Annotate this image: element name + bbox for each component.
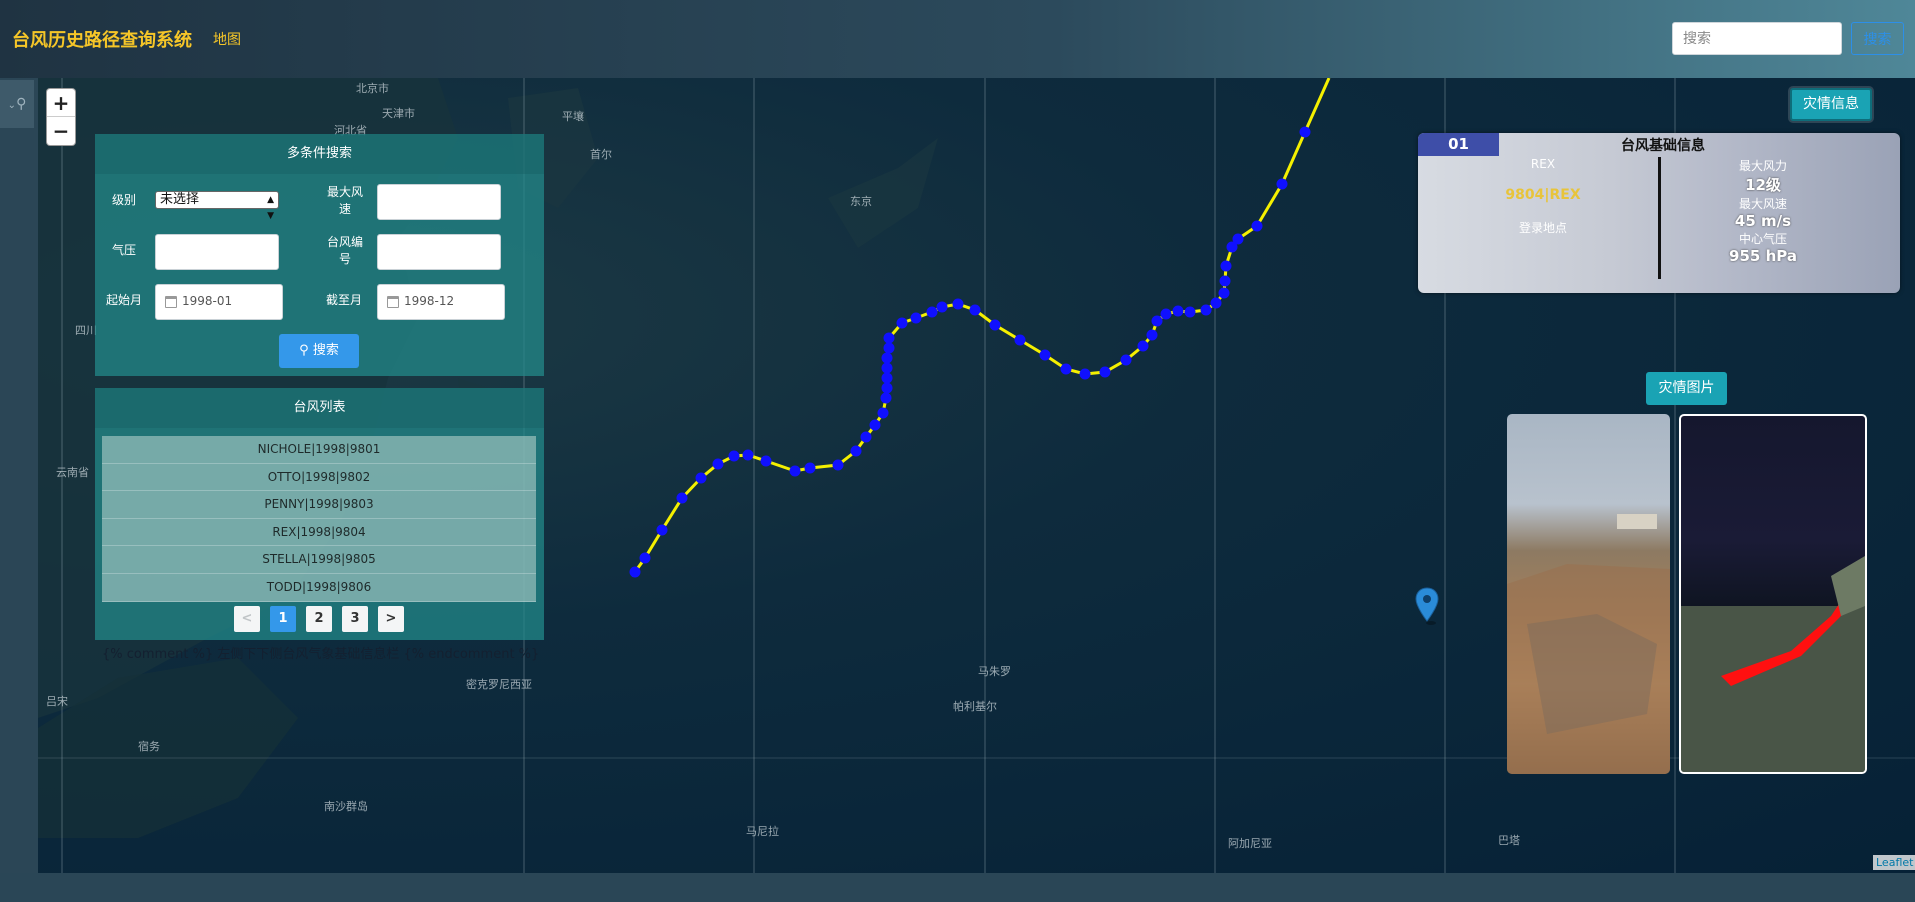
pagination-page-3[interactable]: 3	[342, 606, 368, 632]
multi-condition-search-panel: 多条件搜索 级别 未选择 ▲ ▼ 最大风速 气压 台风编号 起始月 1998-01…	[95, 134, 544, 376]
zoom-out-button[interactable]: −	[47, 117, 75, 145]
map-label: 马尼拉	[746, 825, 779, 838]
map-label: 平壤	[562, 110, 584, 123]
top-navbar: 台风历史路径查询系统 地图 搜索	[0, 0, 1915, 78]
search-icon: ⚲	[299, 343, 309, 358]
map-label: 巴塔	[1498, 834, 1520, 847]
map-label: 阿加尼亚	[1228, 837, 1272, 850]
search-input[interactable]	[1672, 22, 1842, 55]
map-label: 马朱罗	[978, 665, 1011, 678]
typhoon-no-input[interactable]	[377, 234, 501, 270]
max-wind-label: 最大风速	[327, 185, 364, 216]
zoom-in-button[interactable]: +	[47, 89, 75, 117]
map-label: 北京市	[356, 82, 389, 95]
map-label: 吕宋	[46, 695, 68, 708]
pagination-page-1[interactable]: 1	[270, 606, 296, 632]
map-label: 帕利基尔	[953, 700, 997, 713]
map-label: 天津市	[382, 107, 415, 120]
template-comment-text: {% comment %} 左侧下下侧台风气象基础信息栏 {% endcomme…	[102, 647, 540, 662]
pressure-label: 气压	[111, 243, 136, 257]
level-select[interactable]: 未选择 ▲ ▼	[155, 191, 279, 221]
app-title[interactable]: 台风历史路径查询系统	[12, 26, 192, 52]
max-speed-value: 45 m/s	[1734, 212, 1792, 230]
zoom-control: + −	[47, 89, 75, 145]
typhoon-name: REX	[1530, 157, 1556, 171]
select-arrow-icon: ▲ ▼	[267, 195, 274, 221]
pagination: < 1 2 3 >	[95, 606, 544, 632]
typhoon-code-name: 9804|REX	[1505, 187, 1581, 203]
query-button[interactable]: ⚲ 搜索	[279, 334, 359, 368]
center-pressure-label: 中心气压	[1738, 232, 1787, 246]
map-label: 四川	[75, 324, 97, 337]
end-month-label: 截至月	[325, 293, 362, 307]
pagination-next-button[interactable]: >	[378, 606, 404, 632]
level-label: 级别	[111, 193, 136, 207]
left-sidebar-strip	[0, 78, 38, 873]
list-item[interactable]: TODD|1998|9806	[102, 574, 536, 602]
typhoon-index-badge: 01	[1418, 133, 1499, 156]
disaster-photo-coast[interactable]	[1507, 414, 1670, 774]
start-month-label: 起始月	[105, 293, 142, 307]
start-month-input[interactable]: 1998-01	[155, 284, 283, 320]
landing-location-label: 登录地点	[1518, 221, 1567, 235]
map-label: 云南省	[56, 466, 89, 479]
list-item[interactable]: PENNY|1998|9803	[102, 491, 536, 519]
info-divider	[1658, 157, 1661, 279]
end-month-value: 1998-12	[404, 294, 455, 308]
typhoon-no-label: 台风编号	[327, 235, 364, 266]
map-label: 南沙群岛	[324, 800, 368, 813]
pagination-prev-button[interactable]: <	[234, 606, 260, 632]
max-wind-input[interactable]	[377, 184, 501, 220]
calendar-icon	[165, 296, 177, 308]
typhoon-list-panel: 台风列表 NICHOLE|1998|9801 OTTO|1998|9802 PE…	[95, 388, 544, 640]
disaster-photos-button[interactable]: 灾情图片	[1646, 372, 1727, 405]
chevron-down-icon: ⌄	[7, 100, 17, 111]
list-item[interactable]: REX|1998|9804	[102, 519, 536, 547]
disaster-info-button[interactable]: 灾情信息	[1790, 88, 1872, 121]
max-speed-label: 最大风速	[1738, 197, 1787, 211]
info-card-title: 台风基础信息	[1621, 138, 1705, 154]
start-month-value: 1998-01	[182, 294, 233, 308]
pagination-page-2[interactable]: 2	[306, 606, 332, 632]
disaster-photo-satellite[interactable]	[1679, 414, 1867, 774]
panel-title: 多条件搜索	[95, 134, 544, 174]
location-marker-icon[interactable]	[1415, 587, 1439, 627]
max-force-label: 最大风力	[1738, 159, 1787, 173]
pressure-input[interactable]	[155, 234, 279, 270]
panel-title: 台风列表	[95, 388, 544, 428]
bottom-bar	[0, 873, 1915, 902]
nav-link-map[interactable]: 地图	[213, 29, 241, 49]
map-label: 密克罗尼西亚	[466, 678, 532, 691]
typhoon-info-card: 01 台风基础信息 REX 9804|REX 登录地点 最大风力 12级 最大风…	[1418, 133, 1900, 293]
max-force-value: 12级	[1745, 176, 1781, 194]
map-label: 宿务	[138, 740, 160, 753]
typhoon-list: NICHOLE|1998|9801 OTTO|1998|9802 PENNY|1…	[102, 436, 536, 602]
search-button[interactable]: 搜索	[1851, 22, 1904, 55]
end-month-input[interactable]: 1998-12	[377, 284, 505, 320]
center-pressure-value: 955 hPa	[1729, 247, 1797, 265]
map-label: 东京	[850, 195, 872, 208]
map-label: 首尔	[590, 148, 612, 161]
location-pin-icon: ⚲	[16, 96, 27, 112]
list-item[interactable]: NICHOLE|1998|9801	[102, 436, 536, 464]
query-button-label: 搜索	[312, 343, 339, 358]
calendar-icon	[387, 296, 399, 308]
list-item[interactable]: OTTO|1998|9802	[102, 464, 536, 492]
leaflet-attribution-link[interactable]: Leaflet	[1873, 855, 1915, 870]
layer-toggle-tab[interactable]: ⌄⚲	[0, 80, 34, 128]
level-select-value: 未选择	[160, 192, 200, 207]
list-item[interactable]: STELLA|1998|9805	[102, 546, 536, 574]
